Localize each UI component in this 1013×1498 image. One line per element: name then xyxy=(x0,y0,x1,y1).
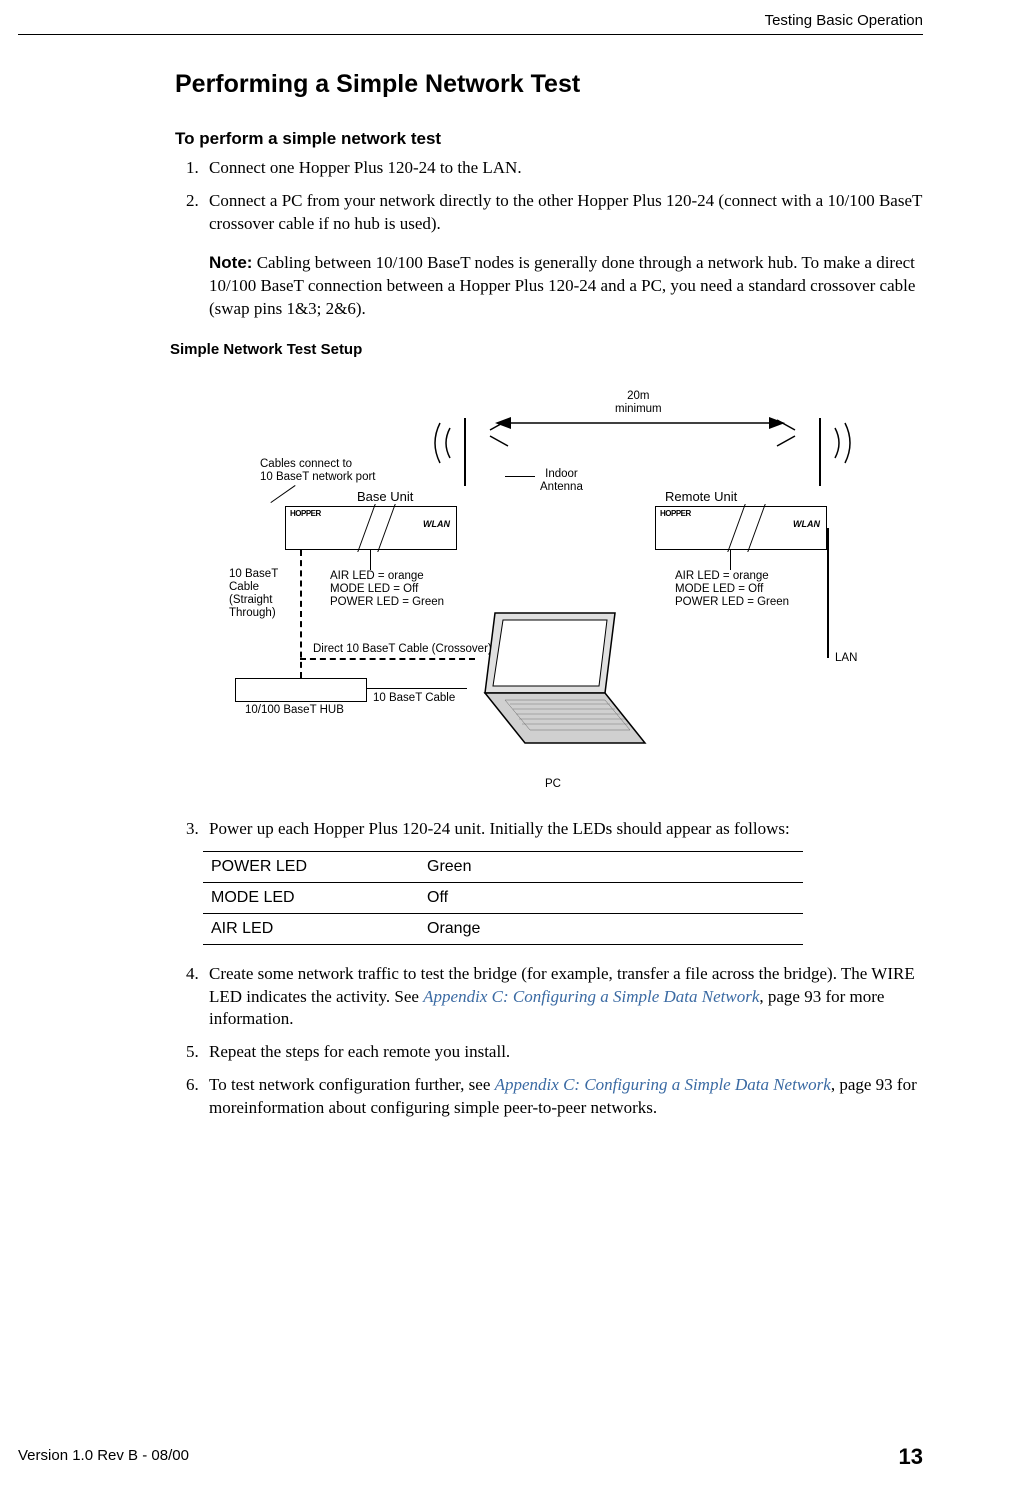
header-section: Testing Basic Operation xyxy=(765,12,923,29)
step-2: Connect a PC from your network directly … xyxy=(203,190,923,321)
led-leader-left xyxy=(370,550,371,570)
step-6a: To test network configuration further, s… xyxy=(209,1075,495,1094)
brand-label: HOPPER xyxy=(290,509,321,518)
distance-label: 20m minimum xyxy=(615,390,662,416)
step-6: To test network configuration further, s… xyxy=(203,1074,923,1120)
wlan-label: WLAN xyxy=(423,519,450,529)
led-name: AIR LED xyxy=(203,913,419,944)
step-4: Create some network traffic to test the … xyxy=(203,963,923,1032)
xref-appendix-c[interactable]: Appendix C: Configuring a Simple Data Ne… xyxy=(423,987,759,1006)
antenna-right-icon xyxy=(775,408,855,468)
hub-label: 10/100 BaseT HUB xyxy=(245,704,344,717)
remote-unit-label: Remote Unit xyxy=(665,490,737,505)
cables-leader xyxy=(270,485,296,504)
step-list: Connect one Hopper Plus 120-24 to the LA… xyxy=(175,157,923,321)
lan-label: LAN xyxy=(835,652,857,665)
wlan-label-2: WLAN xyxy=(793,519,820,529)
cable-10bt-label: 10 BaseT Cable xyxy=(373,692,455,705)
led-name: POWER LED xyxy=(203,851,419,882)
step-list-cont2: Create some network traffic to test the … xyxy=(175,963,923,1121)
procedure-heading: To perform a simple network test xyxy=(175,129,923,149)
step-3: Power up each Hopper Plus 120-24 unit. I… xyxy=(203,818,923,841)
hub-icon xyxy=(235,678,367,702)
led-value: Green xyxy=(419,851,803,882)
page-title: Performing a Simple Network Test xyxy=(175,70,923,99)
cables-note: Cables connect to 10 BaseT network port xyxy=(260,458,376,484)
lan-line-v xyxy=(827,528,829,658)
cable-straight-label: 10 BaseT Cable (Straight Through) xyxy=(229,568,278,621)
remote-unit-icon: HOPPER WLAN xyxy=(655,506,827,550)
step-list-cont: Power up each Hopper Plus 120-24 unit. I… xyxy=(175,818,923,841)
xref-appendix-c-2[interactable]: Appendix C: Configuring a Simple Data Ne… xyxy=(495,1075,831,1094)
note-body: Cabling between 10/100 BaseT nodes is ge… xyxy=(209,253,915,318)
table-row: MODE LED Off xyxy=(203,882,803,913)
led-value: Off xyxy=(419,882,803,913)
header-rule xyxy=(18,34,923,35)
page-content: Performing a Simple Network Test To perf… xyxy=(175,60,923,1130)
antenna-left-icon xyxy=(430,408,510,468)
table-row: AIR LED Orange xyxy=(203,913,803,944)
step-2-text: Connect a PC from your network directly … xyxy=(209,191,922,233)
footer-page-number: 13 xyxy=(899,1444,923,1470)
table-row: POWER LED Green xyxy=(203,851,803,882)
footer-version: Version 1.0 Rev B - 08/00 xyxy=(18,1447,189,1464)
note-block: Note: Cabling between 10/100 BaseT nodes… xyxy=(209,252,923,321)
cable-10bt-line xyxy=(367,688,467,690)
base-unit-label: Base Unit xyxy=(357,490,413,505)
indoor-antenna-label: Indoor Antenna xyxy=(540,468,583,494)
figure-network-setup: 20m minimum Indoor Antenna Cables connec… xyxy=(135,368,875,818)
step-1: Connect one Hopper Plus 120-24 to the LA… xyxy=(203,157,923,180)
base-led-status: AIR LED = orange MODE LED = Off POWER LE… xyxy=(330,570,444,610)
brand-label-2: HOPPER xyxy=(660,509,691,518)
led-leader-right xyxy=(730,550,731,570)
laptop-icon xyxy=(455,608,655,758)
led-name: MODE LED xyxy=(203,882,419,913)
remote-led-status: AIR LED = orange MODE LED = Off POWER LE… xyxy=(675,570,789,610)
figure-caption: Simple Network Test Setup xyxy=(170,341,923,358)
note-label: Note: xyxy=(209,253,252,272)
led-value: Orange xyxy=(419,913,803,944)
base-unit-icon: HOPPER WLAN xyxy=(285,506,457,550)
antenna-leader xyxy=(505,476,535,477)
cable-crossover-line xyxy=(300,658,475,660)
pc-label: PC xyxy=(545,778,561,791)
led-table: POWER LED Green MODE LED Off AIR LED Ora… xyxy=(203,851,803,945)
step-5: Repeat the steps for each remote you ins… xyxy=(203,1041,923,1064)
